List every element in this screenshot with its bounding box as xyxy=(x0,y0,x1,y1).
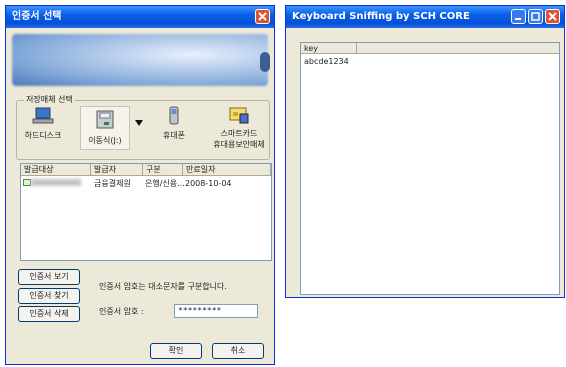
captured-keys[interactable]: abcde1234 xyxy=(304,57,349,66)
view-cert-button[interactable]: 인증서 보기 xyxy=(18,269,80,285)
password-label: 인증서 암호 : xyxy=(99,307,144,316)
row-type[interactable]: 은행/신용... xyxy=(145,178,185,189)
close-icon xyxy=(258,12,267,21)
cancel-button[interactable]: 취소 xyxy=(212,343,264,359)
chevron-down-icon xyxy=(135,120,143,126)
blurred-subject-name xyxy=(31,179,81,186)
col-type[interactable]: 구분 xyxy=(143,164,183,176)
col-issuer[interactable]: 발급자 xyxy=(91,164,143,176)
media-phone-label: 휴대폰 xyxy=(162,131,186,140)
sniffing-close-button[interactable] xyxy=(545,9,560,24)
media-dropdown-arrow[interactable] xyxy=(135,119,143,129)
password-input[interactable]: ********* xyxy=(174,304,258,318)
case-sensitive-notice: 인증서 암호는 대소문자를 구분합니다. xyxy=(99,282,227,291)
row-issuer[interactable]: 금융결제원 xyxy=(94,178,131,189)
media-removable[interactable]: 이동식(J:) xyxy=(80,106,130,150)
key-log-list[interactable]: key abcde1234 xyxy=(300,42,560,295)
sniffing-window: Keyboard Sniffing by SCH CORE key abcde1… xyxy=(285,5,565,298)
col-subject[interactable]: 발급대상 xyxy=(21,164,91,176)
cert-select-window: 인증서 선택 저장매체 선택 하드디스크 이동식(J:) 휴대폰 스마트카드 휴… xyxy=(5,5,275,365)
banner-knob xyxy=(260,52,270,72)
find-cert-button[interactable]: 인증서 찾기 xyxy=(18,288,80,304)
certificate-icon xyxy=(23,179,31,186)
media-smartcard[interactable]: 스마트카드 휴대용보안매체 xyxy=(211,106,267,150)
blurred-banner xyxy=(12,34,268,86)
maximize-button[interactable] xyxy=(528,9,543,24)
ok-button[interactable]: 확인 xyxy=(150,343,202,359)
maximize-icon xyxy=(531,12,540,21)
cert-list[interactable]: 발급대상 발급자 구분 만료일자 금융결제원 은행/신용... 2008-10-… xyxy=(20,163,272,261)
row-expiry[interactable]: 2008-10-04 xyxy=(185,178,232,189)
sniffing-window-titlebar[interactable]: Keyboard Sniffing by SCH CORE xyxy=(286,6,564,28)
storage-group-label: 저장매체 선택 xyxy=(24,94,75,105)
col-expiry[interactable]: 만료일자 xyxy=(183,164,271,176)
phone-icon xyxy=(169,106,179,125)
media-smartcard-label2: 휴대용보안매체 xyxy=(213,140,265,149)
col-key[interactable]: key xyxy=(301,43,357,54)
col-empty-header xyxy=(357,43,559,54)
media-removable-label: 이동식(J:) xyxy=(88,136,122,145)
close-button[interactable] xyxy=(255,9,270,24)
smartcard-icon xyxy=(229,107,249,124)
media-hard-disk[interactable]: 하드디스크 xyxy=(20,106,66,141)
delete-cert-button[interactable]: 인증서 삭제 xyxy=(18,306,80,322)
minimize-icon xyxy=(515,18,521,20)
close-icon xyxy=(548,12,557,21)
cert-window-titlebar[interactable]: 인증서 선택 xyxy=(6,6,274,28)
removable-disk-icon xyxy=(96,110,114,129)
media-hard-disk-label: 하드디스크 xyxy=(24,131,62,140)
laptop-icon xyxy=(32,107,54,124)
media-phone[interactable]: 휴대폰 xyxy=(154,106,194,141)
media-smartcard-label: 스마트카드 xyxy=(220,129,258,138)
minimize-button[interactable] xyxy=(511,9,526,24)
cert-window-title: 인증서 선택 xyxy=(12,11,62,22)
sniffing-window-title: Keyboard Sniffing by SCH CORE xyxy=(292,11,470,22)
